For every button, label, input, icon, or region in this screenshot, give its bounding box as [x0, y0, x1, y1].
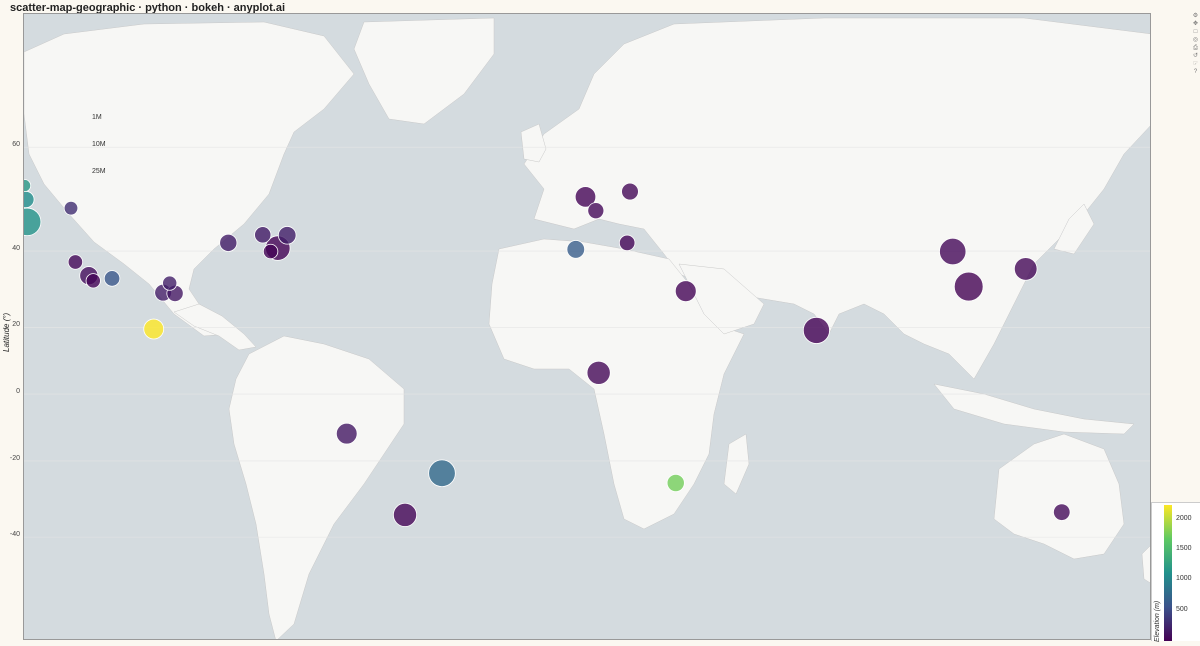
y-tick-label: 0 [16, 388, 20, 396]
scatter-point [24, 190, 35, 209]
indonesia-landmass [933, 383, 1135, 435]
save-icon[interactable]: ⎙ [1192, 45, 1199, 52]
reset-icon[interactable]: ↺ [1192, 53, 1199, 60]
colorbar-tick-label: 1000 [1176, 575, 1192, 583]
colorbar-title: Elevation (m) [1154, 600, 1161, 642]
scatter-point [674, 280, 697, 302]
pan-icon[interactable]: ✥ [1192, 21, 1199, 28]
madagascar-landmass [723, 433, 750, 495]
size-legend-label: 25M [92, 168, 106, 175]
plot-toolbar: ⚙ ✥ □ ◎ ⎙ ↺ ☞? [1192, 13, 1200, 77]
y-tick-label: -40 [9, 531, 20, 539]
uk-landmass [520, 123, 547, 163]
scatter-point [67, 254, 84, 270]
scatter-point [621, 182, 639, 201]
colorbar-tick-label: 500 [1176, 605, 1188, 613]
y-tick-label: -20 [9, 454, 20, 462]
scatter-point [587, 202, 605, 220]
y-tick-label: 60 [12, 141, 20, 149]
hover-icon[interactable]: ☞ [1192, 61, 1199, 68]
north-america-landmass [24, 21, 355, 337]
colorbar-gradient [1164, 505, 1172, 641]
australia-landmass [993, 433, 1125, 560]
scatter-point [219, 233, 238, 252]
scatter-point [586, 360, 611, 385]
scatter-point [162, 275, 178, 291]
scatter-point [143, 318, 165, 340]
help-icon[interactable]: ? [1192, 69, 1199, 76]
bokeh-logo-icon[interactable]: ⚙ [1192, 13, 1199, 20]
scatter-point [428, 459, 456, 488]
south-america-landmass [228, 335, 405, 639]
scatter-point [566, 240, 586, 259]
scatter-point [277, 226, 297, 245]
scatter-point [24, 179, 32, 193]
map-plot[interactable]: 1M 10M 25M [24, 14, 1151, 640]
scatter-point [953, 271, 984, 302]
size-legend-label: 10M [92, 141, 106, 148]
y-axis-label: Latitude (°) [2, 312, 11, 352]
scatter-point [254, 226, 272, 244]
scatter-point [802, 316, 830, 344]
new-zealand-landmass [1141, 545, 1150, 584]
colorbar-tick-label: 2000 [1176, 514, 1192, 522]
scatter-point [618, 234, 636, 252]
y-tick-label: 40 [12, 245, 20, 253]
world-basemap [24, 17, 1150, 639]
colorbar-tick-label: 1500 [1176, 544, 1192, 552]
scatter-point [392, 502, 418, 527]
wheel-zoom-icon[interactable]: ◎ [1192, 37, 1199, 44]
y-tick-label: 20 [12, 321, 20, 329]
scatter-point [24, 207, 42, 237]
scatter-point [103, 270, 121, 287]
plot-area[interactable]: 1M 10M 25M [23, 13, 1151, 640]
scatter-point [335, 422, 358, 445]
scatter-point [262, 243, 279, 260]
greenland-landmass [353, 17, 495, 125]
scatter-point [666, 473, 685, 493]
scatter-point [85, 273, 101, 289]
central-america-landmass [173, 303, 257, 351]
scatter-point [63, 200, 79, 216]
scatter-point [939, 237, 967, 266]
scatter-point [1053, 503, 1071, 521]
size-legend-label: 1M [92, 114, 102, 121]
box-zoom-icon[interactable]: □ [1192, 29, 1199, 36]
scatter-point [1013, 257, 1038, 281]
